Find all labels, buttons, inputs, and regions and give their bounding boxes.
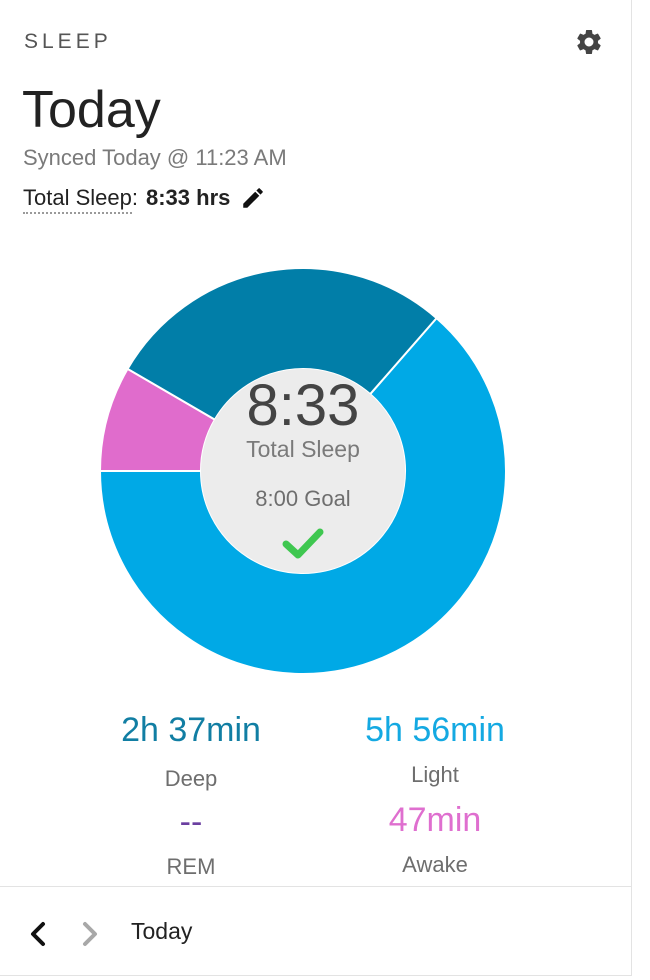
footer-divider xyxy=(0,886,632,887)
chevron-left-icon[interactable] xyxy=(26,919,50,949)
section-label: SLEEP xyxy=(24,30,112,53)
stat-rem-value: -- xyxy=(179,803,203,841)
stat-rem: -- REM xyxy=(81,802,301,882)
stat-deep-label: Deep xyxy=(164,766,218,791)
center-total-label: Total Sleep xyxy=(246,436,360,462)
stat-awake-value: 47min xyxy=(388,801,482,839)
stat-awake-label: Awake xyxy=(402,852,468,877)
stat-light-value: 5h 56min xyxy=(365,711,505,749)
sleep-card: SLEEP Today Synced Today @ 11:23 AM Tota… xyxy=(0,0,632,976)
gear-icon[interactable] xyxy=(574,27,604,57)
page-title: Today xyxy=(22,81,161,139)
center-total-time: 8:33 xyxy=(246,373,360,438)
stat-awake: 47min Awake xyxy=(325,800,545,880)
total-sleep-colon: : xyxy=(131,185,138,210)
total-sleep-row: Total Sleep: 8:33 hrs xyxy=(23,185,266,214)
sync-status: Synced Today @ 11:23 AM xyxy=(23,145,287,170)
stat-light-label: Light xyxy=(411,762,459,787)
stat-deep: 2h 37min Deep xyxy=(81,710,301,794)
total-sleep-label-wrap[interactable]: Total Sleep: xyxy=(23,185,138,214)
stat-rem-label: REM xyxy=(166,854,216,879)
center-goal: 8:00 Goal xyxy=(255,486,351,511)
footer-date-label: Today xyxy=(131,918,193,944)
total-sleep-label[interactable]: Total Sleep xyxy=(23,185,132,214)
stat-light: 5h 56min Light xyxy=(325,710,545,790)
checkmark-icon xyxy=(282,528,324,559)
stat-deep-value: 2h 37min xyxy=(121,711,261,749)
chevron-right-icon[interactable] xyxy=(78,919,102,949)
total-sleep-value: 8:33 hrs xyxy=(145,185,231,210)
donut-center-content: 8:33 Total Sleep 8:00 Goal xyxy=(202,370,404,572)
pencil-icon[interactable] xyxy=(240,185,266,211)
